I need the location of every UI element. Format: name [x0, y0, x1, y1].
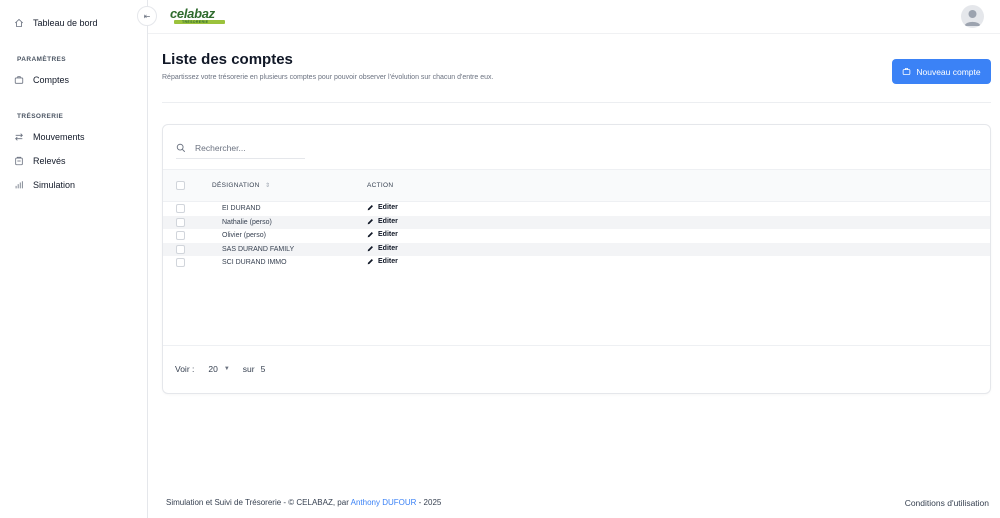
- avatar[interactable]: [961, 5, 984, 28]
- sidebar-item-label: Relevés: [33, 156, 66, 166]
- table-row: Nathalie (perso) Editer: [163, 215, 990, 229]
- pagination-of-label: sur: [242, 364, 255, 374]
- logo-text: celabaz: [170, 6, 215, 21]
- briefcase-icon: [902, 67, 911, 76]
- pencil-icon: [367, 204, 374, 211]
- terms-link[interactable]: Conditions d'utilisation: [905, 498, 989, 508]
- footer-credits: Simulation et Suivi de Trésorerie - © CE…: [166, 498, 441, 507]
- briefcase-icon: [14, 75, 24, 85]
- row-checkbox[interactable]: [176, 258, 185, 267]
- arrows-exchange-icon: [14, 132, 24, 142]
- document-icon: [14, 156, 24, 166]
- table-header: DÉSIGNATION ⇕ ACTION: [163, 169, 990, 202]
- celabaz-logo[interactable]: celabaz TRÉSORERIE: [170, 7, 226, 25]
- edit-label: Editer: [378, 231, 398, 238]
- sidebar-item-label: Mouvements: [33, 132, 85, 142]
- edit-button[interactable]: Editer: [367, 245, 398, 252]
- pagination-show-label: Voir :: [175, 364, 195, 374]
- search-icon: [176, 143, 186, 153]
- collapse-icon: ⇤: [143, 11, 151, 21]
- user-avatar-icon: [964, 10, 981, 26]
- edit-label: Editer: [378, 244, 398, 252]
- column-header-action: ACTION: [367, 182, 394, 189]
- sidebar: Tableau de bord PARAMÈTRES Comptes TRÉSO…: [0, 0, 148, 518]
- pencil-icon: [367, 245, 374, 252]
- row-checkbox[interactable]: [176, 231, 185, 240]
- sidebar-item-label: Simulation: [33, 180, 76, 190]
- sidebar-item-simulation[interactable]: Simulation: [14, 176, 75, 194]
- edit-button[interactable]: Editer: [367, 258, 398, 265]
- account-name: Olivier (perso): [222, 232, 266, 239]
- search-input[interactable]: [195, 143, 295, 153]
- home-icon: [14, 18, 24, 28]
- pencil-icon: [367, 218, 374, 225]
- account-name: SCI DURAND IMMO: [222, 259, 287, 266]
- chevron-down-icon: ▼: [223, 366, 230, 372]
- account-name: SAS DURAND FAMILY: [222, 245, 295, 253]
- edit-label: Editer: [378, 258, 398, 265]
- sidebar-section-title: TRÉSORERIE: [17, 113, 64, 120]
- edit-button[interactable]: Editer: [367, 204, 398, 211]
- row-checkbox[interactable]: [176, 217, 185, 227]
- new-account-button[interactable]: Nouveau compte: [892, 59, 991, 84]
- table-row: SAS DURAND FAMILY Editer: [163, 242, 990, 256]
- page-size-select[interactable]: 20 ▼: [208, 364, 229, 374]
- select-all-checkbox[interactable]: [176, 181, 185, 190]
- edit-button[interactable]: Editer: [367, 218, 398, 225]
- page-title: Liste des comptes: [162, 51, 293, 68]
- author-link[interactable]: Anthony DUFOUR: [351, 498, 417, 507]
- edit-label: Editer: [378, 217, 398, 225]
- column-header-designation[interactable]: DÉSIGNATION: [212, 182, 260, 189]
- sidebar-section-title: PARAMÈTRES: [17, 56, 67, 63]
- card-divider: [163, 345, 990, 346]
- logo-tagline: TRÉSORERIE: [182, 19, 209, 24]
- search-box: [176, 138, 305, 159]
- sidebar-collapse-button[interactable]: ⇤: [137, 6, 157, 26]
- top-bar: celabaz TRÉSORERIE: [148, 0, 1000, 34]
- page-subtitle: Répartissez votre trésorerie en plusieur…: [162, 74, 494, 81]
- table-row: EI DURAND Editer: [163, 202, 990, 216]
- sidebar-item-comptes[interactable]: Comptes: [14, 71, 69, 89]
- sidebar-item-releves[interactable]: Relevés: [14, 152, 66, 170]
- pagination: Voir : 20 ▼ sur 5: [175, 364, 265, 374]
- sidebar-item-mouvements[interactable]: Mouvements: [14, 128, 85, 146]
- edit-button[interactable]: Editer: [367, 231, 398, 238]
- footer-year: - 2025: [416, 498, 442, 507]
- footer-text: Simulation et Suivi de Trésorerie - © CE…: [166, 498, 351, 507]
- sidebar-item-label: Comptes: [33, 75, 70, 85]
- table-row: SCI DURAND IMMO Editer: [163, 256, 990, 270]
- pencil-icon: [367, 231, 374, 238]
- edit-label: Editer: [378, 204, 398, 211]
- account-name: EI DURAND: [222, 205, 261, 212]
- sidebar-item-label: Tableau de bord: [33, 18, 98, 28]
- header-divider: [162, 102, 991, 103]
- new-account-label: Nouveau compte: [916, 66, 981, 77]
- table-row: Olivier (perso) Editer: [163, 229, 990, 243]
- accounts-card: DÉSIGNATION ⇕ ACTION EI DURAND Editer Na…: [162, 124, 991, 394]
- bar-chart-icon: [14, 180, 24, 190]
- row-checkbox[interactable]: [176, 204, 185, 213]
- pencil-icon: [367, 258, 374, 265]
- row-checkbox[interactable]: [176, 244, 185, 254]
- pagination-total: 5: [260, 364, 266, 374]
- page-size-value: 20: [208, 364, 218, 374]
- account-name: Nathalie (perso): [222, 218, 272, 226]
- sidebar-item-dashboard[interactable]: Tableau de bord: [14, 14, 98, 32]
- sort-icon[interactable]: ⇕: [265, 182, 270, 189]
